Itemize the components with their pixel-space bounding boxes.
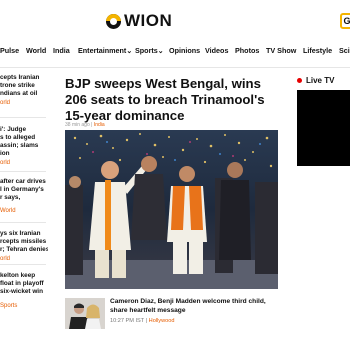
- nav-item-videos[interactable]: Videos: [205, 46, 228, 55]
- site-header: WION G: [0, 0, 350, 42]
- wion-logo[interactable]: WION: [106, 11, 172, 31]
- article-hero-image[interactable]: [65, 130, 278, 289]
- list-item-line: l in Germany's: [0, 186, 44, 193]
- list-item-line: trone strike: [0, 82, 35, 89]
- nav-divider: [0, 67, 350, 68]
- list-item-line: kelton keep: [0, 272, 36, 279]
- wion-logo-text: WION: [124, 11, 173, 30]
- list-item[interactable]: i': Judge s to alleged assin; slams ion …: [0, 126, 48, 166]
- nav-item-lifestyle[interactable]: Lifestyle: [303, 46, 332, 55]
- list-item[interactable]: cepts Iranian trone strike ndians at oil…: [0, 74, 48, 106]
- article-time: 38 min ago: [65, 122, 90, 128]
- list-item-line: s to alleged: [0, 134, 36, 141]
- secondary-meta: 10:27 PM IST | Hollywood: [110, 318, 175, 324]
- hero-photo: [65, 130, 278, 289]
- main-nav: Pulse World India Entertainment⌄ Sports⌄…: [0, 46, 350, 62]
- live-tv-heading[interactable]: Live TV: [297, 76, 334, 85]
- nav-item-india[interactable]: India: [53, 46, 70, 55]
- list-item-category[interactable]: orld: [0, 256, 48, 262]
- nav-item-sports[interactable]: Sports⌄: [135, 46, 164, 55]
- secondary-thumbnail[interactable]: [65, 298, 105, 329]
- wion-logo-icon: [106, 13, 121, 29]
- list-item-title: ys six Iranian rcepts missiles r; Tehran…: [0, 230, 48, 254]
- list-item-line: ys six Iranian: [0, 230, 41, 237]
- secondary-headline[interactable]: Cameron Diaz, Benji Madden welcome third…: [110, 298, 282, 315]
- header-action-button[interactable]: G: [340, 13, 350, 29]
- list-item-line: assin; slams: [0, 142, 39, 149]
- list-divider: [0, 117, 46, 118]
- nav-item-world[interactable]: World: [26, 46, 46, 55]
- nav-item-photos[interactable]: Photos: [235, 46, 259, 55]
- secondary-category[interactable]: Hollywood: [149, 318, 175, 324]
- list-item-category[interactable]: orld: [0, 160, 48, 166]
- list-item-line: six-wicket win: [0, 288, 43, 295]
- nav-item-science[interactable]: Scie: [339, 46, 350, 55]
- list-item-line: r; Tehran denies: [0, 246, 48, 253]
- secondary-photo: [65, 298, 105, 329]
- chevron-down-icon: ⌄: [157, 46, 164, 55]
- list-item[interactable]: ys six Iranian rcepts missiles r; Tehran…: [0, 230, 48, 262]
- nav-item-sports-label: Sports: [135, 46, 158, 55]
- article-category[interactable]: India: [94, 122, 105, 128]
- article-meta: 38 min ago | India: [65, 122, 105, 128]
- article-headline[interactable]: BJP sweeps West Bengal, wins 206 seats t…: [65, 76, 285, 124]
- list-item-title: kelton keep float in playoff six-wicket …: [0, 272, 48, 296]
- list-item-title: i': Judge s to alleged assin; slams ion: [0, 126, 48, 158]
- list-item-category[interactable]: orld: [0, 100, 48, 106]
- nav-item-entertainment[interactable]: Entertainment⌄: [78, 46, 132, 55]
- list-item[interactable]: kelton keep float in playoff six-wicket …: [0, 272, 48, 309]
- live-tv-player[interactable]: [297, 90, 350, 166]
- nav-item-tv-show[interactable]: TV Show: [266, 46, 296, 55]
- list-item-line: i': Judge: [0, 126, 27, 133]
- secondary-time: 10:27 PM IST: [110, 318, 145, 324]
- list-divider: [0, 222, 46, 223]
- live-dot-icon: [297, 78, 302, 83]
- list-item-category[interactable]: Sports: [0, 303, 48, 309]
- list-item-category[interactable]: World: [0, 208, 48, 214]
- list-item[interactable]: after car drives l in Germany's r says, …: [0, 178, 48, 214]
- list-item-title: cepts Iranian trone strike ndians at oil: [0, 74, 48, 98]
- list-divider: [0, 171, 46, 172]
- list-item-line: r says,: [0, 194, 21, 201]
- nav-item-entertainment-label: Entertainment: [78, 46, 127, 55]
- live-tv-label: Live TV: [306, 76, 335, 85]
- list-item-line: after car drives: [0, 178, 46, 185]
- left-rail-news-list: cepts Iranian trone strike ndians at oil…: [0, 74, 48, 360]
- list-item-line: cepts Iranian: [0, 74, 40, 81]
- list-item-title: after car drives l in Germany's r says,: [0, 178, 48, 202]
- list-item-line: ion: [0, 150, 10, 157]
- list-divider: [0, 264, 46, 265]
- list-item-line: rcepts missiles: [0, 238, 47, 245]
- list-item-line: float in playoff: [0, 280, 44, 287]
- list-item-line: ndians at oil: [0, 90, 38, 97]
- chevron-down-icon: ⌄: [126, 46, 133, 55]
- nav-item-pulse[interactable]: Pulse: [0, 46, 19, 55]
- nav-item-opinions[interactable]: Opinions: [169, 46, 200, 55]
